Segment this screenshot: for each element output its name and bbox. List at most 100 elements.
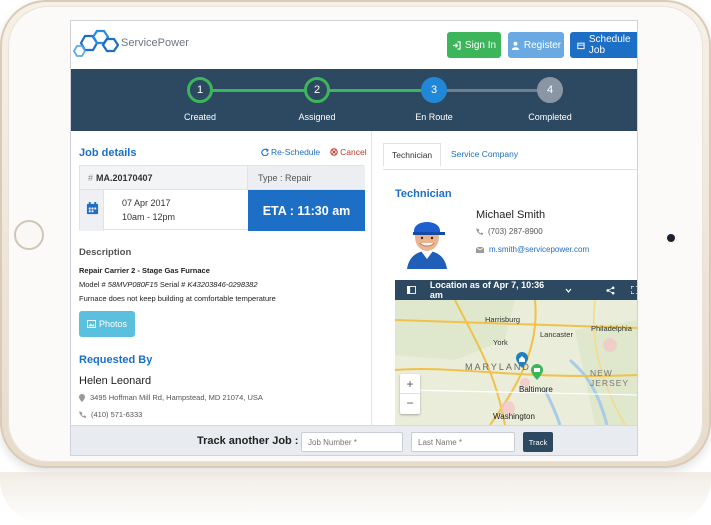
step-completed-label: Completed	[528, 112, 572, 122]
track-job-bar: Track another Job : Track	[71, 425, 637, 455]
job-actions: Re-Schedule Cancel	[261, 147, 367, 157]
requested-by-title: Requested By	[79, 354, 153, 366]
schedule-job-button[interactable]: Schedule Job	[570, 32, 637, 58]
calendar-icon	[577, 42, 585, 49]
eta-badge: ETA : 11:30 am	[248, 190, 365, 231]
track-job-label: Track another Job :	[197, 435, 299, 447]
register-button[interactable]: Register	[508, 32, 564, 58]
front-camera	[667, 234, 675, 242]
map-label-washington: Washington	[493, 412, 535, 421]
serial-value: K43203846-0298382	[187, 280, 258, 289]
phone-icon	[476, 228, 483, 235]
step-created-label: Created	[183, 112, 217, 122]
technician-phone-row: (703) 287-8900	[476, 227, 543, 236]
cancel-label: Cancel	[340, 147, 367, 157]
cancel-link[interactable]: Cancel	[330, 147, 367, 157]
map-label-philadelphia: Philadelphia	[591, 324, 632, 333]
step-en-route: 3	[421, 77, 447, 103]
refresh-icon	[261, 148, 269, 156]
image-icon	[87, 320, 96, 328]
reschedule-link[interactable]: Re-Schedule	[261, 147, 320, 157]
last-name-input[interactable]	[411, 432, 515, 452]
requester-address-row: 3495 Hoffman Mill Rd, Hampstead, MD 2107…	[79, 393, 263, 402]
register-label: Register	[523, 39, 562, 51]
technician-email-row: m.smith@servicepower.com	[476, 245, 589, 254]
map-label-baltimore: Baltimore	[519, 385, 553, 394]
photos-label: Photos	[98, 319, 128, 329]
job-progress-tracker: 1 Created 2 Assigned 3 En Route 4 Comple…	[71, 69, 637, 131]
model-label: Model #	[79, 280, 106, 289]
sidebar-toggle-icon[interactable]	[407, 286, 416, 294]
map-header-bar: Location as of Apr 7, 10:36 am	[395, 280, 638, 300]
step-created: 1	[187, 77, 213, 103]
customer-location-pin-icon[interactable]	[531, 364, 543, 380]
job-date: 07 Apr 2017	[122, 198, 171, 208]
job-number-prefix: #	[88, 173, 94, 183]
main-content: Job details Re-Schedule Cancel # MA.2017…	[71, 131, 638, 425]
map-zoom-controls: + −	[400, 374, 420, 414]
technician-email[interactable]: m.smith@servicepower.com	[489, 245, 589, 254]
tab-technician[interactable]: Technician	[383, 143, 442, 166]
tablet-reflection	[0, 472, 711, 525]
requester-address: 3495 Hoffman Mill Rd, Hampstead, MD 2107…	[90, 393, 263, 402]
cancel-icon	[330, 148, 338, 156]
zoom-in-button[interactable]: +	[400, 374, 420, 394]
panel-divider	[371, 131, 372, 425]
user-icon	[511, 41, 519, 50]
serial-label: Serial #	[159, 280, 186, 289]
technician-phone[interactable]: (703) 287-8900	[488, 227, 543, 236]
map-label-york: York	[493, 338, 508, 347]
requester-name: Helen Leonard	[79, 375, 152, 387]
brand-logo[interactable]: ServicePower	[73, 29, 189, 57]
hexagon-logo-icon	[73, 29, 119, 57]
step-assigned: 2	[304, 77, 330, 103]
requester-phone-row: (410) 571-6333	[79, 410, 142, 419]
map-label-harrisburg: Harrisburg	[485, 315, 521, 324]
map-label-new-jersey: NEW JERSEY	[590, 368, 630, 388]
job-type: Type : Repair	[258, 173, 312, 183]
tab-service-company[interactable]: Service Company	[443, 143, 526, 165]
share-icon[interactable]	[606, 285, 615, 295]
app-screen: ServicePower Sign In Register Schedule J…	[70, 20, 638, 456]
location-map[interactable]: Harrisburg Lancaster Philadelphia York M…	[395, 300, 637, 425]
requester-phone[interactable]: (410) 571-6333	[91, 410, 142, 419]
progress-line-pending	[443, 89, 543, 92]
calendar-icon	[86, 202, 99, 215]
top-bar: ServicePower Sign In Register Schedule J…	[71, 21, 637, 69]
phone-icon	[79, 411, 86, 418]
job-details-title: Job details	[79, 147, 137, 159]
description-heading: Repair Carrier 2 - Stage Gas Furnace	[79, 266, 210, 275]
tab-underline	[383, 169, 637, 170]
map-marker-icon	[79, 393, 85, 402]
sign-in-icon	[452, 40, 461, 50]
track-button[interactable]: Track	[523, 432, 553, 452]
model-serial-line: Model # 58MVP080F15 Serial # K43203846-0…	[79, 280, 258, 289]
envelope-icon	[476, 246, 484, 253]
technician-avatar	[401, 213, 453, 269]
fullscreen-icon[interactable]	[631, 286, 638, 294]
schedule-job-label: Schedule Job	[588, 34, 631, 56]
model-value: 58MVP080F15	[107, 280, 158, 289]
zoom-out-button[interactable]: −	[400, 394, 420, 413]
technician-panel: Technician Service Company Technician Mi…	[383, 131, 638, 425]
step-assigned-label: Assigned	[298, 112, 336, 122]
home-button	[14, 220, 44, 250]
description-note: Furnace does not keep building at comfor…	[79, 294, 276, 303]
job-number: MA.20170407	[96, 173, 153, 183]
job-details-panel: Job details Re-Schedule Cancel # MA.2017…	[71, 131, 371, 425]
technician-title: Technician	[395, 188, 452, 200]
technician-location-pin-icon[interactable]	[516, 352, 528, 368]
sign-in-label: Sign In	[464, 39, 497, 51]
sign-in-button[interactable]: Sign In	[447, 32, 501, 58]
technician-name: Michael Smith	[476, 209, 546, 221]
map-location-text: Location as of Apr 7, 10:36 am	[429, 280, 545, 300]
job-number-input[interactable]	[301, 432, 403, 452]
photos-button[interactable]: Photos	[79, 311, 135, 337]
description-title: Description	[79, 247, 132, 258]
job-time-window: 10am - 12pm	[122, 212, 176, 222]
brand-name: ServicePower	[121, 37, 189, 49]
map-label-lancaster: Lancaster	[540, 330, 573, 339]
job-summary-box: # MA.20170407 Type : Repair 07 Apr 2017 …	[79, 165, 365, 231]
reschedule-label: Re-Schedule	[271, 147, 321, 157]
chevron-down-icon[interactable]	[565, 287, 572, 294]
